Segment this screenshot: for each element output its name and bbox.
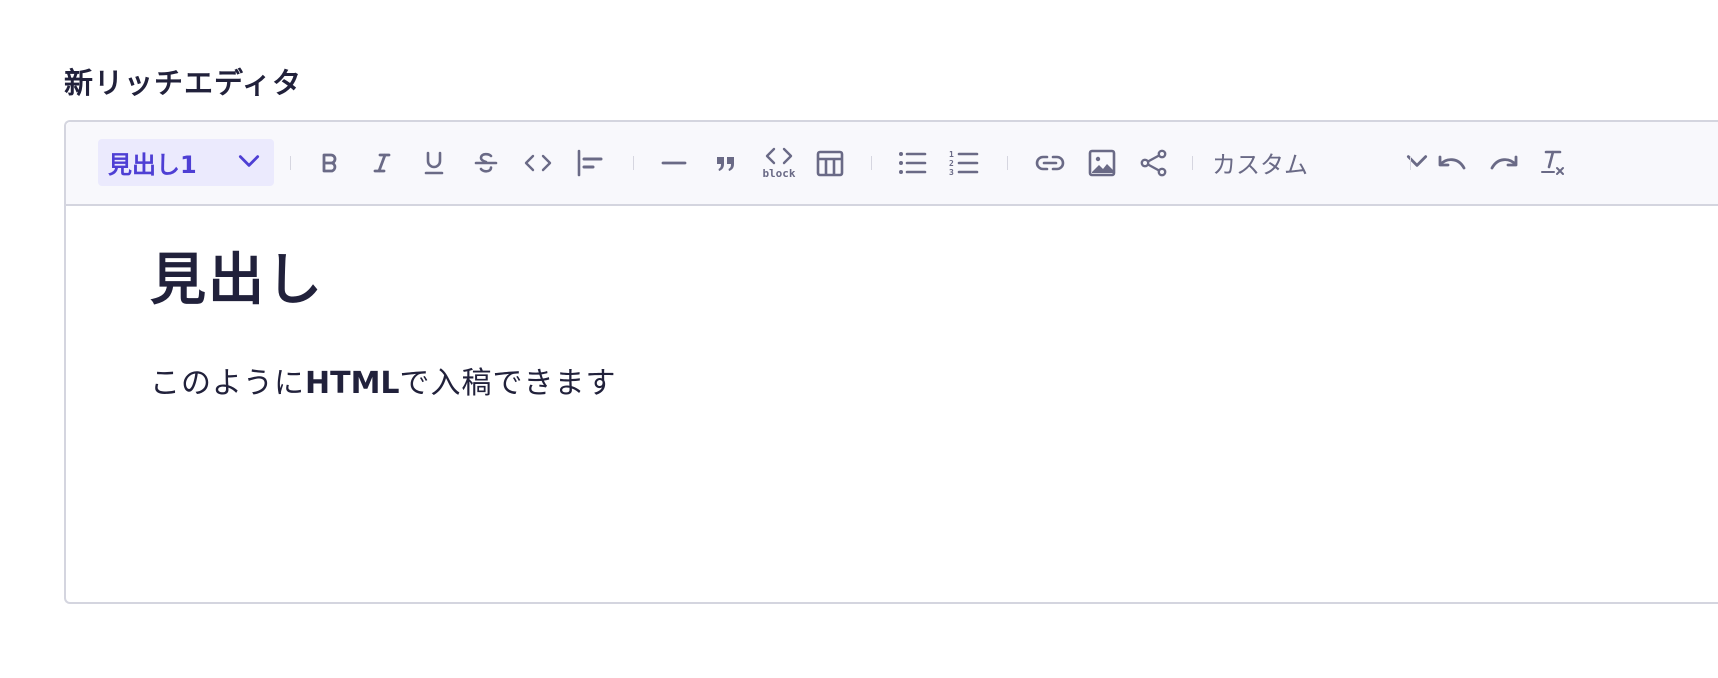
redo-icon: [1488, 151, 1520, 175]
bullet-list-button[interactable]: [892, 122, 932, 204]
svg-text:1: 1: [949, 150, 954, 159]
rich-editor: 見出し 1 block 1 2 3 カスタム 見出し このようにHTMLで入稿でき…: [64, 120, 1718, 604]
custom-select-value: カスタム: [1212, 151, 1308, 179]
clear-format-button[interactable]: [1534, 122, 1574, 204]
field-label: 新リッチエディタ: [64, 66, 302, 100]
embed-button[interactable]: [1134, 122, 1174, 204]
bullet-list-icon: [897, 149, 927, 177]
editor-toolbar: 見出し1 block 1 2 3 カスタム: [66, 122, 1718, 206]
svg-text:2: 2: [949, 159, 954, 168]
paragraph-bold-text: HTML: [305, 366, 400, 401]
heading-select-value: 見出し1: [108, 151, 197, 179]
ordered-list-button[interactable]: 123: [944, 122, 984, 204]
heading-select[interactable]: 見出し1: [98, 139, 274, 186]
quote-icon: [714, 151, 738, 175]
link-button[interactable]: [1028, 122, 1072, 204]
toolbar-divider: [1007, 156, 1008, 170]
horizontal-rule-button[interactable]: [654, 122, 694, 204]
undo-button[interactable]: [1432, 122, 1472, 204]
table-icon: [815, 148, 845, 178]
underline-icon: [422, 150, 446, 176]
toolbar-divider: [633, 156, 634, 170]
image-button[interactable]: [1082, 122, 1122, 204]
content-heading: 見出し: [150, 248, 324, 313]
code-block-button[interactable]: block: [756, 122, 802, 204]
page: 新リッチエディタ 見出し 1 block 1 2 3 カスタム 見出し このように…: [0, 0, 1718, 678]
code-icon: [523, 151, 553, 175]
table-button[interactable]: [810, 122, 850, 204]
link-icon: [1034, 151, 1066, 175]
align-left-icon: [576, 149, 604, 177]
ordered-list-icon: 123: [949, 149, 979, 177]
bold-icon: [318, 151, 342, 175]
image-icon: [1087, 148, 1117, 178]
strikethrough-icon: [473, 150, 499, 176]
chevron-down-icon: [236, 148, 262, 178]
italic-icon: [370, 151, 394, 175]
clear-format-icon: [1539, 148, 1569, 178]
editor-content[interactable]: 見出し このようにHTMLで入稿できます: [150, 204, 1718, 602]
svg-text:3: 3: [949, 168, 954, 177]
code-block-icon: [764, 147, 794, 167]
custom-select[interactable]: カスタム: [1212, 139, 1442, 186]
quote-button[interactable]: [706, 122, 746, 204]
toolbar-divider: [1192, 156, 1193, 170]
paragraph-text: このように: [150, 366, 305, 401]
align-button[interactable]: [570, 122, 610, 204]
share-icon: [1139, 148, 1169, 178]
toolbar-divider: [290, 156, 291, 170]
toolbar-divider: [871, 156, 872, 170]
chevron-down-icon: [1404, 148, 1430, 178]
underline-button[interactable]: [414, 122, 454, 204]
content-paragraph: このようにHTMLで入稿できます: [150, 364, 617, 404]
redo-button[interactable]: [1484, 122, 1524, 204]
undo-icon: [1436, 151, 1468, 175]
strikethrough-button[interactable]: [466, 122, 506, 204]
code-block-label: block: [762, 167, 796, 180]
bold-button[interactable]: [310, 122, 350, 204]
paragraph-text: で入稿できます: [399, 366, 617, 401]
italic-button[interactable]: [362, 122, 402, 204]
inline-code-button[interactable]: [518, 122, 558, 204]
toolbar-divider: [1410, 156, 1411, 170]
horizontal-rule-icon: [661, 151, 687, 175]
